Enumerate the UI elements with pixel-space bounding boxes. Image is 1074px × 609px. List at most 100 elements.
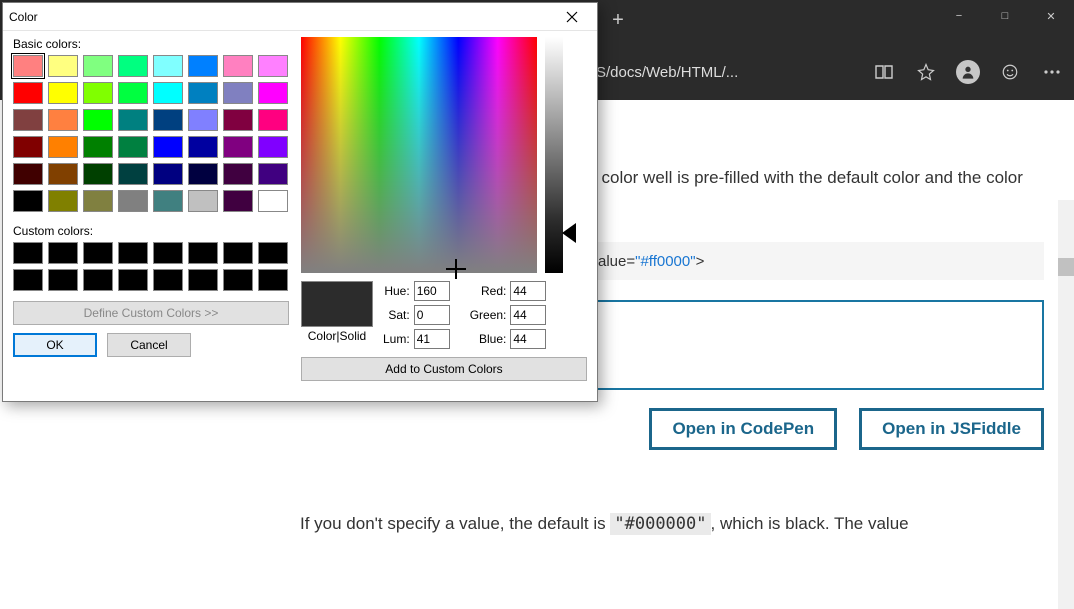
basic-color-swatch[interactable] — [153, 190, 183, 212]
scrollbar-thumb[interactable] — [1058, 258, 1074, 276]
hue-sat-picker[interactable] — [301, 37, 537, 273]
window-controls: − □ ✕ — [936, 0, 1074, 32]
profile-avatar-icon[interactable] — [956, 60, 980, 84]
basic-color-swatch[interactable] — [118, 163, 148, 185]
custom-color-swatch[interactable] — [223, 242, 253, 264]
basic-color-swatch[interactable] — [188, 109, 218, 131]
blue-input[interactable] — [510, 329, 546, 349]
custom-color-swatch[interactable] — [153, 242, 183, 264]
basic-color-swatch[interactable] — [83, 190, 113, 212]
dialog-title: Color — [9, 10, 553, 24]
basic-color-swatch[interactable] — [223, 136, 253, 158]
basic-color-swatch[interactable] — [258, 163, 288, 185]
custom-color-swatch[interactable] — [223, 269, 253, 291]
dialog-close-button[interactable] — [553, 6, 591, 28]
basic-color-swatch[interactable] — [13, 109, 43, 131]
add-to-custom-colors-button[interactable]: Add to Custom Colors — [301, 357, 587, 381]
custom-color-swatch[interactable] — [258, 269, 288, 291]
basic-color-swatch[interactable] — [258, 190, 288, 212]
custom-colors-grid — [13, 242, 289, 291]
reading-list-icon[interactable] — [872, 60, 896, 84]
basic-color-swatch[interactable] — [188, 163, 218, 185]
luminance-arrow-icon[interactable] — [562, 223, 576, 243]
basic-color-swatch[interactable] — [13, 82, 43, 104]
lum-input[interactable] — [414, 329, 450, 349]
basic-color-swatch[interactable] — [83, 55, 113, 77]
basic-color-swatch[interactable] — [153, 163, 183, 185]
custom-color-swatch[interactable] — [83, 242, 113, 264]
open-in-codepen-button[interactable]: Open in CodePen — [649, 408, 837, 450]
basic-color-swatch[interactable] — [118, 136, 148, 158]
new-tab-button[interactable]: + — [600, 2, 636, 38]
basic-color-swatch[interactable] — [223, 109, 253, 131]
basic-color-swatch[interactable] — [153, 136, 183, 158]
basic-color-swatch[interactable] — [118, 109, 148, 131]
basic-color-swatch[interactable] — [13, 136, 43, 158]
define-custom-colors-button[interactable]: Define Custom Colors >> — [13, 301, 289, 325]
feedback-face-icon[interactable] — [998, 60, 1022, 84]
basic-color-swatch[interactable] — [48, 163, 78, 185]
basic-color-swatch[interactable] — [48, 55, 78, 77]
more-menu-icon[interactable] — [1040, 60, 1064, 84]
custom-color-swatch[interactable] — [118, 242, 148, 264]
custom-color-swatch[interactable] — [83, 269, 113, 291]
basic-color-swatch[interactable] — [83, 163, 113, 185]
basic-color-swatch[interactable] — [258, 109, 288, 131]
picker-crosshair-icon — [449, 262, 463, 276]
basic-color-swatch[interactable] — [223, 163, 253, 185]
luminance-slider[interactable] — [545, 37, 563, 273]
basic-color-swatch[interactable] — [13, 163, 43, 185]
basic-color-swatch[interactable] — [13, 55, 43, 77]
basic-color-swatch[interactable] — [223, 190, 253, 212]
green-label: Green: — [470, 305, 507, 325]
basic-color-swatch[interactable] — [48, 136, 78, 158]
basic-color-swatch[interactable] — [188, 190, 218, 212]
dialog-titlebar[interactable]: Color — [3, 3, 597, 31]
color-solid-label: Color|Solid — [308, 329, 366, 343]
basic-color-swatch[interactable] — [118, 82, 148, 104]
basic-color-swatch[interactable] — [223, 55, 253, 77]
basic-color-swatch[interactable] — [188, 55, 218, 77]
red-input[interactable] — [510, 281, 546, 301]
basic-color-swatch[interactable] — [13, 190, 43, 212]
basic-color-swatch[interactable] — [258, 55, 288, 77]
custom-color-swatch[interactable] — [118, 269, 148, 291]
custom-color-swatch[interactable] — [13, 242, 43, 264]
basic-color-swatch[interactable] — [48, 82, 78, 104]
basic-color-swatch[interactable] — [48, 109, 78, 131]
basic-colors-grid — [13, 55, 289, 212]
custom-color-swatch[interactable] — [48, 269, 78, 291]
open-in-buttons: Open in CodePen Open in JSFiddle — [300, 408, 1044, 450]
green-input[interactable] — [510, 305, 546, 325]
basic-color-swatch[interactable] — [153, 109, 183, 131]
basic-color-swatch[interactable] — [118, 55, 148, 77]
basic-color-swatch[interactable] — [188, 136, 218, 158]
custom-color-swatch[interactable] — [258, 242, 288, 264]
basic-color-swatch[interactable] — [153, 82, 183, 104]
basic-color-swatch[interactable] — [118, 190, 148, 212]
basic-color-swatch[interactable] — [83, 109, 113, 131]
minimize-button[interactable]: − — [936, 0, 982, 32]
basic-color-swatch[interactable] — [223, 82, 253, 104]
basic-color-swatch[interactable] — [48, 190, 78, 212]
ok-button[interactable]: OK — [13, 333, 97, 357]
color-preview — [301, 281, 373, 327]
cancel-button[interactable]: Cancel — [107, 333, 191, 357]
maximize-button[interactable]: □ — [982, 0, 1028, 32]
basic-color-swatch[interactable] — [258, 82, 288, 104]
favorite-star-icon[interactable] — [914, 60, 938, 84]
window-close-button[interactable]: ✕ — [1028, 0, 1074, 32]
open-in-jsfiddle-button[interactable]: Open in JSFiddle — [859, 408, 1044, 450]
custom-color-swatch[interactable] — [48, 242, 78, 264]
basic-color-swatch[interactable] — [83, 82, 113, 104]
basic-color-swatch[interactable] — [188, 82, 218, 104]
hue-input[interactable] — [414, 281, 450, 301]
sat-input[interactable] — [414, 305, 450, 325]
custom-color-swatch[interactable] — [188, 269, 218, 291]
custom-color-swatch[interactable] — [13, 269, 43, 291]
custom-color-swatch[interactable] — [188, 242, 218, 264]
basic-color-swatch[interactable] — [153, 55, 183, 77]
basic-color-swatch[interactable] — [258, 136, 288, 158]
custom-color-swatch[interactable] — [153, 269, 183, 291]
basic-color-swatch[interactable] — [83, 136, 113, 158]
